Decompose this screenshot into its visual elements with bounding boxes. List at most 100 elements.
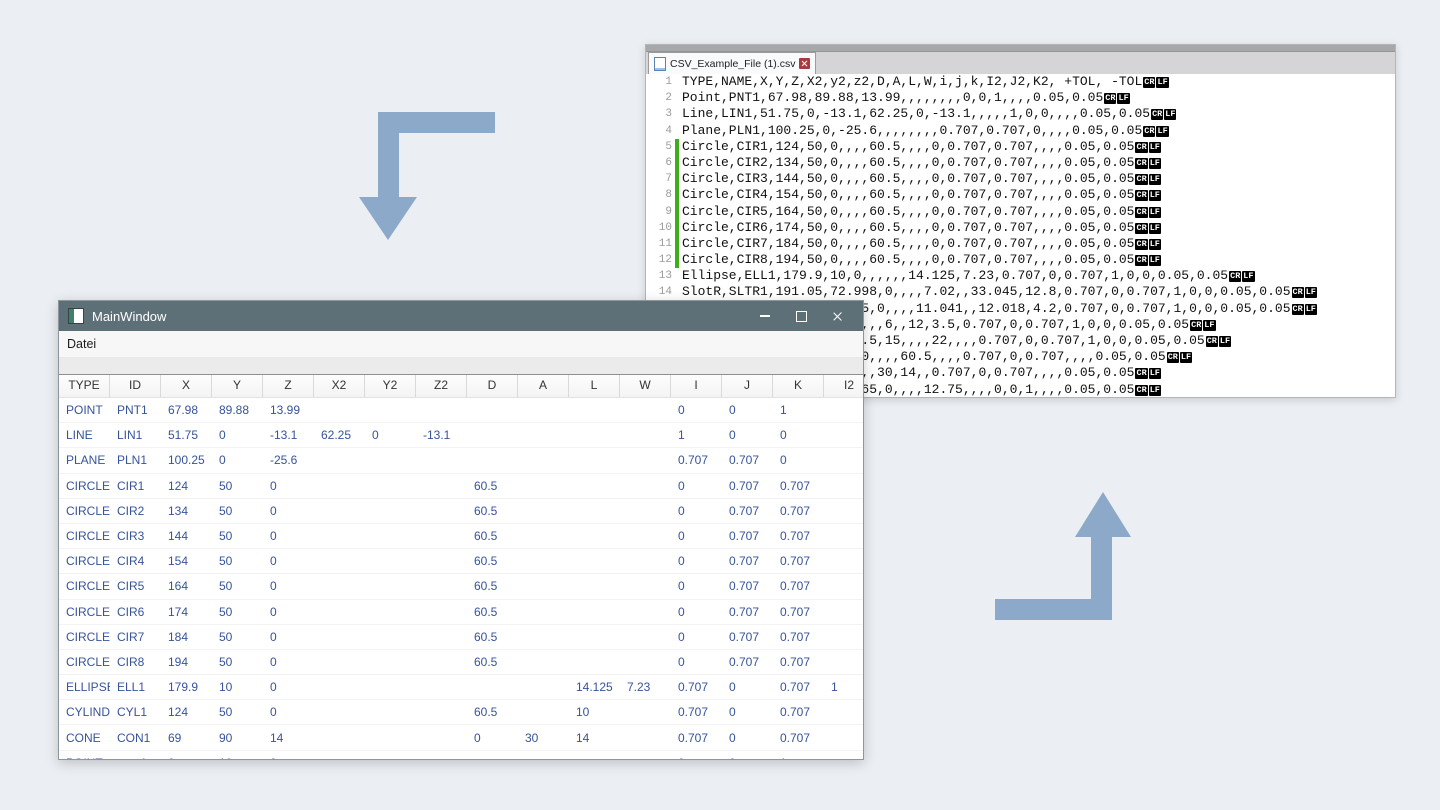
crlf-marker: LF: [1219, 336, 1231, 347]
crlf-marker: CR: [1135, 239, 1147, 250]
editor-line: 13Ellipse,ELL1,179.9,10,0,,,,,,14.125,7.…: [646, 268, 1395, 284]
table-cell: 0.707: [773, 529, 824, 543]
table-cell: 0: [773, 453, 824, 467]
table-row[interactable]: CIRCLECIR213450060.500.7070.707: [59, 499, 863, 524]
column-header[interactable]: ID: [110, 375, 161, 397]
column-header[interactable]: K: [773, 375, 824, 397]
table-row[interactable]: POINTppnt10100001: [59, 751, 863, 759]
crlf-marker: LF: [1149, 174, 1161, 185]
line-text: Plane,PLN1,100.25,0,-25.6,,,,,,,,0.707,0…: [682, 123, 1169, 139]
table-row[interactable]: CIRCLECIR617450060.500.7070.707: [59, 600, 863, 625]
crlf-marker: CR: [1143, 77, 1155, 88]
table-cell: 0: [263, 529, 314, 543]
column-header[interactable]: X: [161, 375, 212, 397]
editor-line: 8Circle,CIR4,154,50,0,,,,60.5,,,,0,0.707…: [646, 187, 1395, 203]
close-button[interactable]: [819, 301, 855, 331]
line-number: 7: [646, 171, 672, 187]
window-controls: [747, 301, 855, 331]
table-row[interactable]: ELLIPSEELL1179.910014.1257.230.70700.707…: [59, 675, 863, 700]
column-header[interactable]: D: [467, 375, 518, 397]
column-header[interactable]: Y: [212, 375, 263, 397]
column-header[interactable]: TYPE: [59, 375, 110, 397]
crlf-marker: CR: [1292, 287, 1304, 298]
menu-item-datei[interactable]: Datei: [59, 337, 104, 351]
table-row[interactable]: CIRCLECIR415450060.500.7070.707: [59, 549, 863, 574]
table-cell: POINT: [59, 403, 110, 417]
column-header[interactable]: Y2: [365, 375, 416, 397]
tab-csv-file[interactable]: CSV_Example_File (1).csv: [648, 52, 816, 74]
line-number: 13: [646, 268, 672, 284]
change-marker-icon: [675, 139, 679, 155]
editor-line: 10Circle,CIR6,174,50,0,,,,60.5,,,,0,0.70…: [646, 220, 1395, 236]
column-header[interactable]: W: [620, 375, 671, 397]
crlf-marker: LF: [1149, 255, 1161, 266]
table-cell: POINT: [59, 756, 110, 759]
table-cell: 194: [161, 655, 212, 669]
table-row[interactable]: CIRCLECIR718450060.500.7070.707: [59, 625, 863, 650]
column-header[interactable]: A: [518, 375, 569, 397]
change-marker-icon: [675, 155, 679, 171]
tab-close-icon[interactable]: [799, 58, 810, 69]
line-number: 11: [646, 236, 672, 252]
crlf-marker: CR: [1135, 174, 1147, 185]
column-header[interactable]: I2: [824, 375, 863, 397]
column-header[interactable]: X2: [314, 375, 365, 397]
column-header[interactable]: J: [722, 375, 773, 397]
table-row[interactable]: CIRCLECIR516450060.500.7070.707: [59, 574, 863, 599]
column-header[interactable]: L: [569, 375, 620, 397]
line-text: Circle,CIR1,124,50,0,,,,60.5,,,,0,0.707,…: [682, 139, 1161, 155]
column-header[interactable]: Z: [263, 375, 314, 397]
table-cell: CIRCLE: [59, 479, 110, 493]
minimize-button[interactable]: [747, 301, 783, 331]
table-row[interactable]: POINTPNT167.9889.8813.99001: [59, 398, 863, 423]
table-cell: 0: [161, 756, 212, 759]
editor-line: 7Circle,CIR3,144,50,0,,,,60.5,,,,0,0.707…: [646, 171, 1395, 187]
table-cell: 0.707: [722, 529, 773, 543]
table-cell: CIRCLE: [59, 630, 110, 644]
table-cell: 50: [212, 579, 263, 593]
table-cell: 51.75: [161, 428, 212, 442]
table-cell: 60.5: [467, 705, 518, 719]
maximize-button[interactable]: [783, 301, 819, 331]
crlf-marker: CR: [1167, 352, 1179, 363]
table-cell: 90: [212, 731, 263, 745]
table-cell: 60.5: [467, 529, 518, 543]
table-row[interactable]: CONECON1699014030140.70700.707: [59, 725, 863, 750]
table-cell: 30: [518, 731, 569, 745]
change-marker-icon: [675, 74, 679, 90]
table-row[interactable]: PLANEPLN1100.250-25.60.7070.7070: [59, 448, 863, 473]
table-cell: 10: [212, 680, 263, 694]
crlf-marker: CR: [1135, 255, 1147, 266]
table-cell: 0: [212, 428, 263, 442]
table-cell: 50: [212, 554, 263, 568]
crlf-marker: CR: [1143, 126, 1155, 137]
table-cell: 0: [467, 731, 518, 745]
table-cell: 0: [263, 756, 314, 759]
table-cell: 1: [671, 428, 722, 442]
crlf-marker: LF: [1180, 352, 1192, 363]
table-cell: 0.707: [773, 554, 824, 568]
crlf-marker: LF: [1149, 368, 1161, 379]
table-cell: 144: [161, 529, 212, 543]
table-cell: 0.707: [773, 705, 824, 719]
table-cell: CIR7: [110, 630, 161, 644]
table-row[interactable]: CYLINDERCYL112450060.5100.70700.707: [59, 700, 863, 725]
close-icon: [832, 311, 843, 322]
table-row[interactable]: CIRCLECIR819450060.500.7070.707: [59, 650, 863, 675]
line-text: Circle,CIR4,154,50,0,,,,60.5,,,,0,0.707,…: [682, 187, 1161, 203]
crlf-marker: CR: [1229, 271, 1241, 282]
table-cell: CIRCLE: [59, 504, 110, 518]
line-text: Circle,CIR6,174,50,0,,,,60.5,,,,0,0.707,…: [682, 220, 1161, 236]
table-cell: 14: [263, 731, 314, 745]
crlf-marker: CR: [1135, 223, 1147, 234]
table-row[interactable]: CIRCLECIR314450060.500.7070.707: [59, 524, 863, 549]
line-number: 2: [646, 90, 672, 106]
table-cell: 0.707: [671, 680, 722, 694]
mainwindow-titlebar[interactable]: MainWindow: [59, 301, 863, 331]
column-header[interactable]: I: [671, 375, 722, 397]
table-row[interactable]: LINELIN151.750-13.162.250-13.1100: [59, 423, 863, 448]
table-cell: CIR3: [110, 529, 161, 543]
table-cell: 0: [263, 655, 314, 669]
table-row[interactable]: CIRCLECIR112450060.500.7070.707: [59, 474, 863, 499]
column-header[interactable]: Z2: [416, 375, 467, 397]
